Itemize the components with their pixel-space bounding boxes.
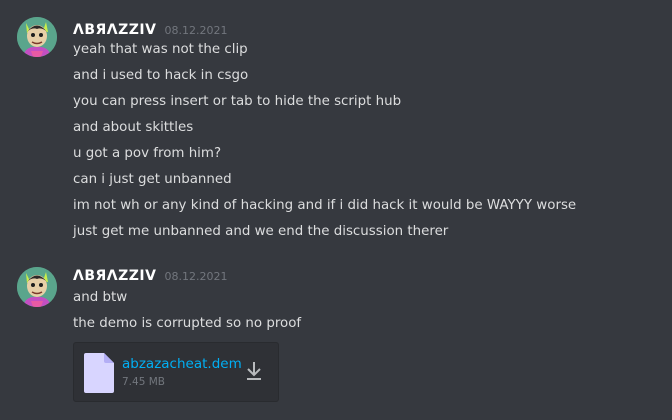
avatar[interactable] xyxy=(17,267,57,307)
file-icon xyxy=(84,353,114,397)
username[interactable]: ΛBЯΛZZIV xyxy=(73,22,156,38)
file-name-link[interactable]: abzazacheat.dem xyxy=(122,356,242,372)
message-header: ΛBЯΛZZIV 08.12.2021 xyxy=(73,268,227,288)
message-header: ΛBЯΛZZIV 08.12.2021 xyxy=(73,22,227,42)
avatar[interactable] xyxy=(17,17,57,57)
chat-area: ΛBЯΛZZIV 08.12.2021 yeah that was not th… xyxy=(0,0,672,420)
avatar-image xyxy=(17,267,57,307)
file-size: 7.45 MB xyxy=(122,376,165,388)
message-text: and about skittles xyxy=(73,120,194,135)
message-text: you can press insert or tab to hide the … xyxy=(73,94,402,109)
message-text: can i just get unbanned xyxy=(73,172,232,187)
timestamp: 08.12.2021 xyxy=(164,270,228,283)
message-text: and i used to hack in csgo xyxy=(73,68,249,83)
username[interactable]: ΛBЯΛZZIV xyxy=(73,268,156,284)
message-text: yeah that was not the clip xyxy=(73,42,248,57)
message-text: im not wh or any kind of hacking and if … xyxy=(73,198,577,213)
message-text: u got a pov from him? xyxy=(73,146,222,161)
file-attachment: abzazacheat.dem 7.45 MB xyxy=(73,342,279,402)
message-text: just get me unbanned and we end the disc… xyxy=(73,224,449,239)
download-icon[interactable] xyxy=(244,360,264,386)
avatar-image xyxy=(17,17,57,57)
message-text: and btw xyxy=(73,290,128,305)
message-text: the demo is corrupted so no proof xyxy=(73,316,302,331)
timestamp: 08.12.2021 xyxy=(164,24,228,37)
